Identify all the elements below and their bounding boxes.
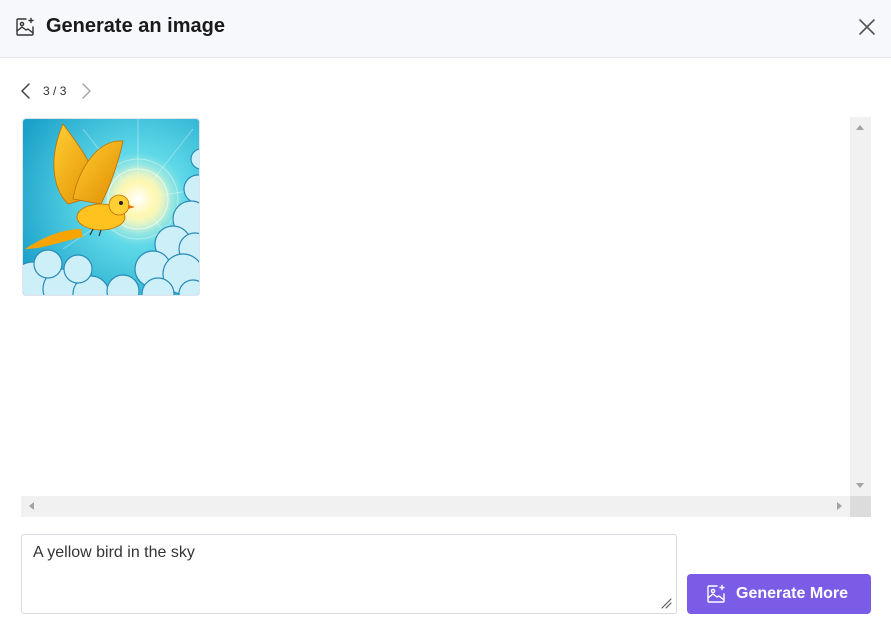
scroll-left-icon[interactable] (29, 502, 34, 510)
resize-handle-icon[interactable] (658, 595, 672, 609)
horizontal-scrollbar[interactable] (21, 496, 850, 517)
scroll-down-icon[interactable] (856, 483, 864, 488)
scrollbar-corner (850, 496, 871, 517)
scroll-up-icon[interactable] (856, 125, 864, 130)
pager-separator: / (49, 84, 60, 98)
gallery-viewport (21, 117, 850, 496)
pager-current: 3 (43, 84, 50, 98)
scroll-right-icon[interactable] (837, 502, 842, 510)
prompt-field: A yellow bird in the sky (21, 534, 677, 614)
image-sparkle-icon (16, 17, 34, 36)
generate-more-label: Generate More (736, 585, 849, 602)
dialog-title: Generate an image (46, 15, 225, 37)
close-icon[interactable] (856, 16, 878, 38)
image-gallery (21, 117, 871, 517)
image-sparkle-icon (707, 584, 725, 603)
prompt-input[interactable]: A yellow bird in the sky (22, 535, 676, 613)
yellow-bird-image (23, 119, 199, 295)
chevron-left-icon[interactable] (18, 81, 34, 101)
pager-total: 3 (59, 84, 67, 98)
vertical-scrollbar[interactable] (850, 117, 871, 496)
generate-more-button[interactable]: Generate More (687, 574, 871, 614)
chevron-right-icon[interactable] (78, 81, 94, 101)
dialog-header: Generate an image (0, 0, 891, 58)
generated-image-thumbnail[interactable] (22, 118, 200, 296)
pager-count: 3 / 3 (43, 84, 66, 98)
